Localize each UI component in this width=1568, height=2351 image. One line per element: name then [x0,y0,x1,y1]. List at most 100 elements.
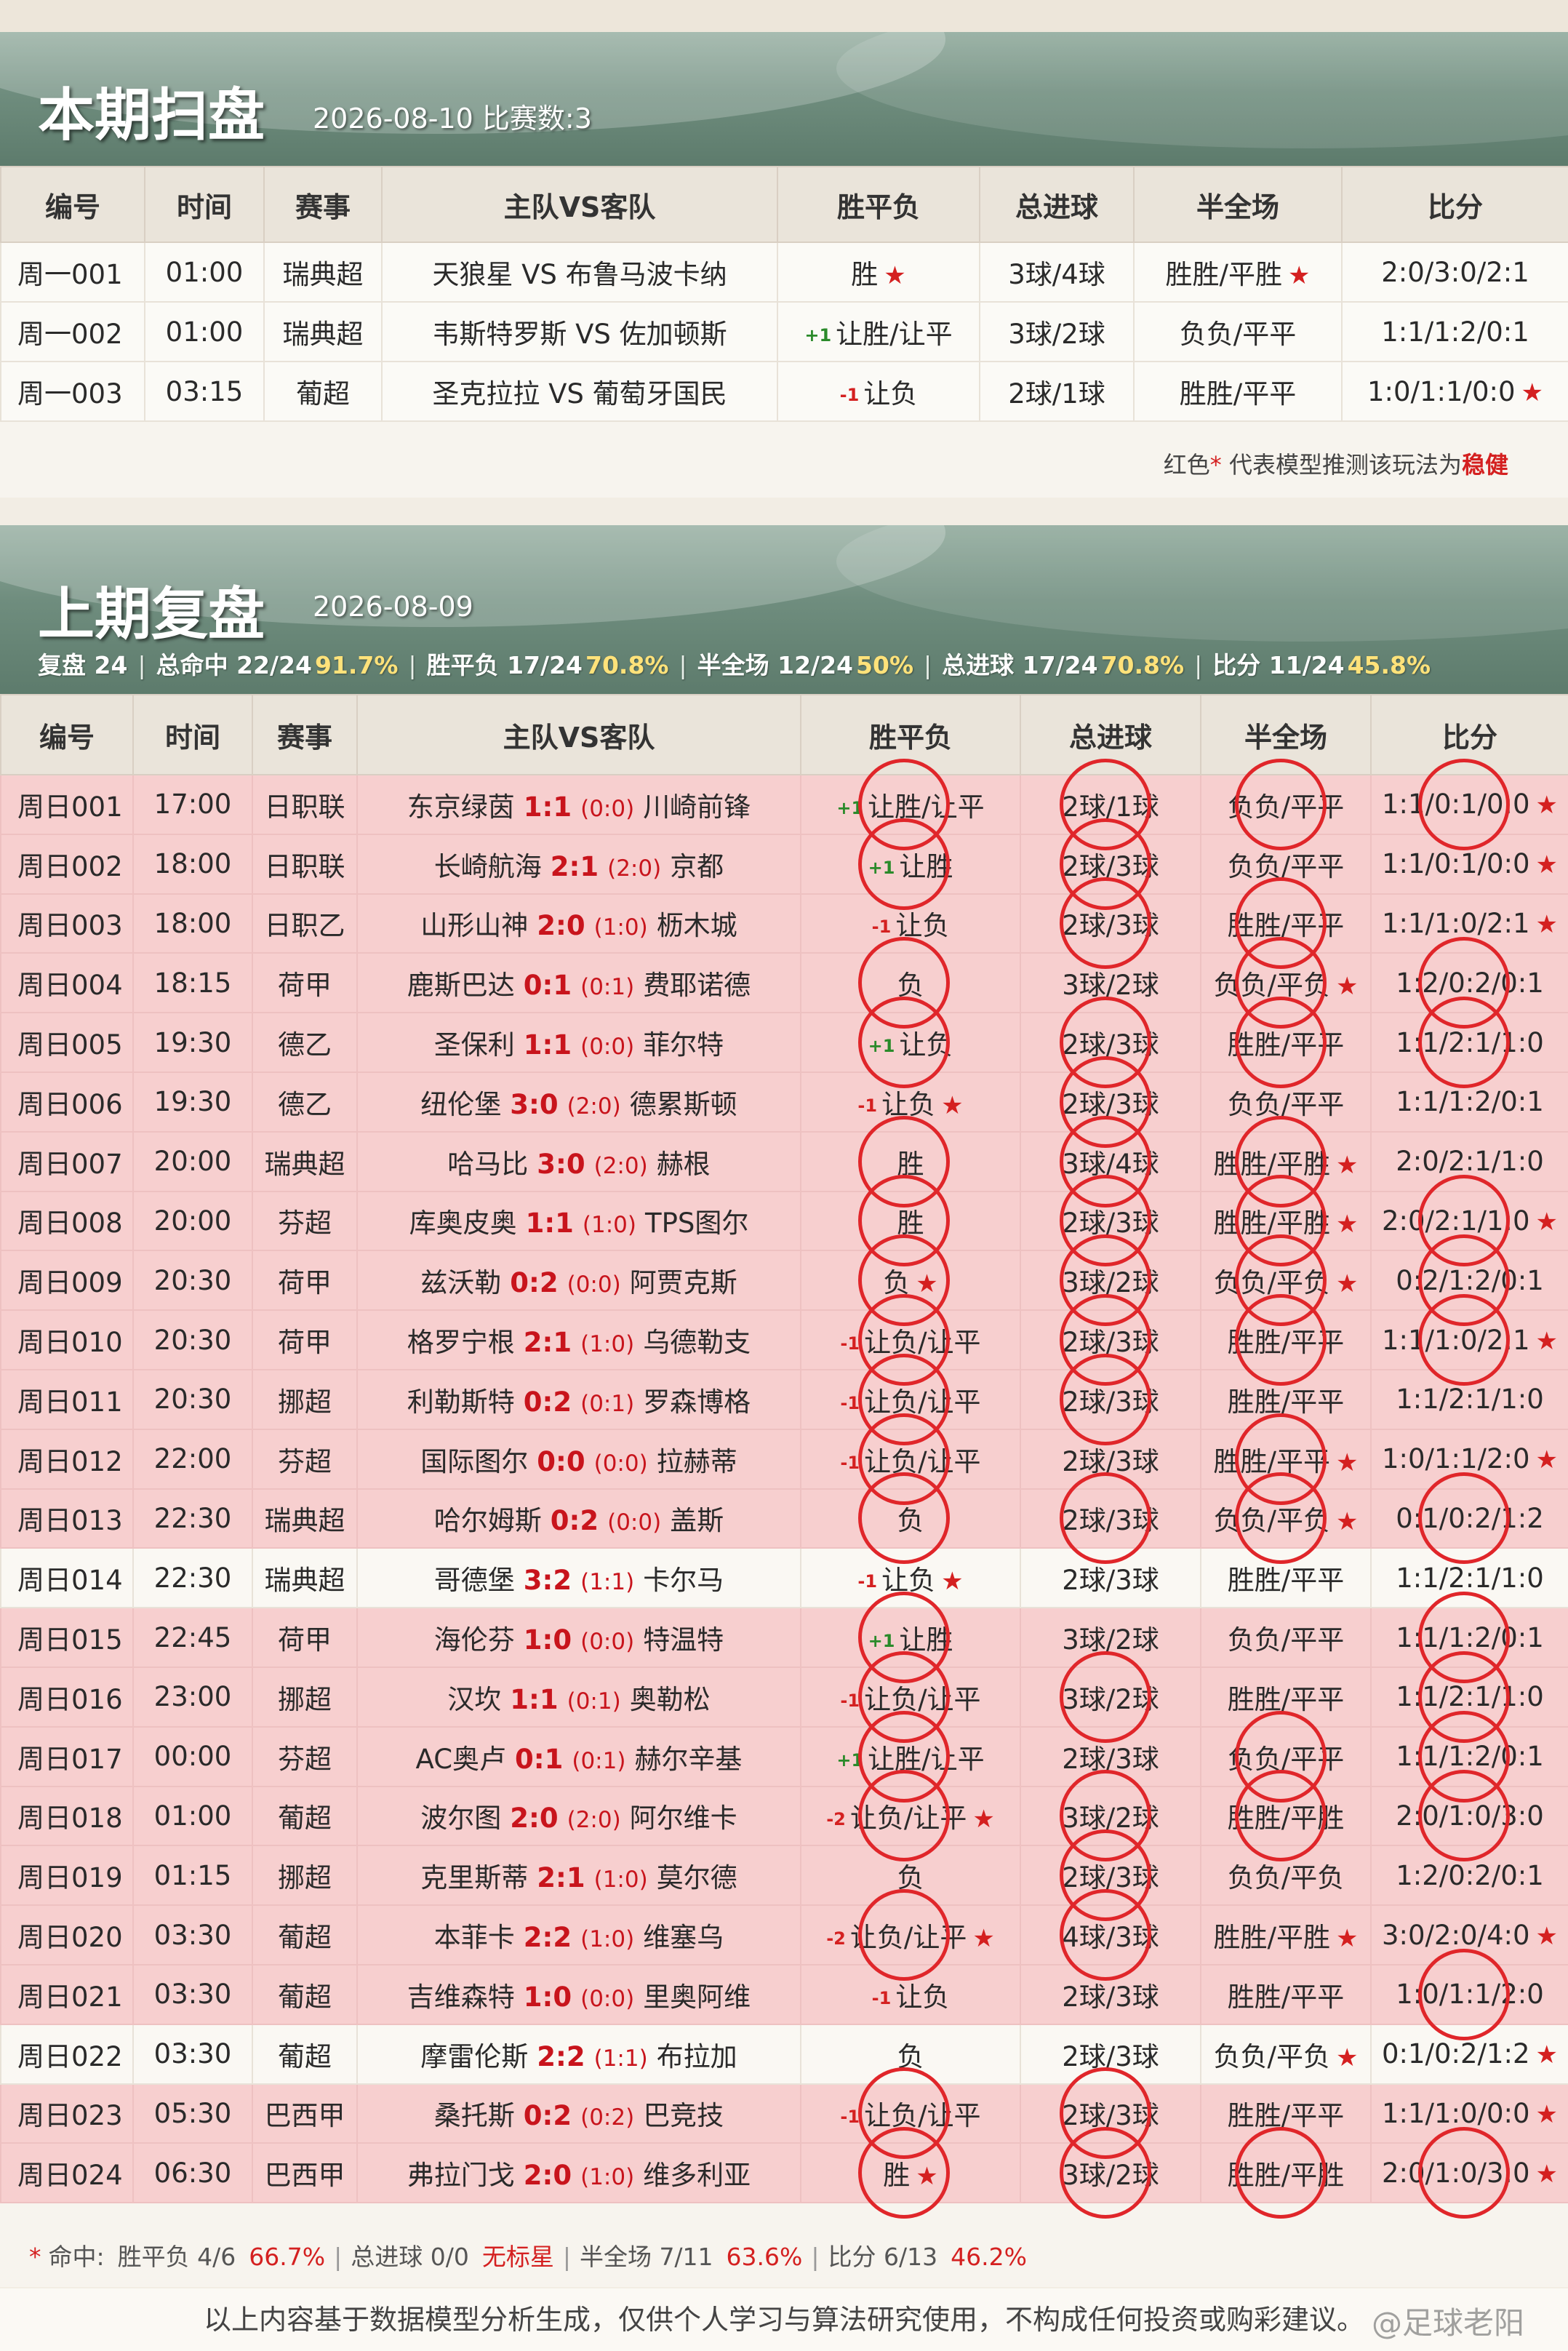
star-icon: ★ [1287,261,1311,290]
away-team: 维塞乌 [643,1922,724,1954]
match-number: 周日015 [0,1607,134,1668]
home-team: 鹿斯巴达 [407,970,515,1002]
away-team: 京都 [670,850,724,882]
cell-text: 01:00 [153,1800,232,1832]
star-icon: ★ [1335,1150,1359,1180]
spf-pick: +1 让胜/让平 [800,774,1021,835]
current-table-header: 编号 时间 赛事 主队VS客队 胜平负 总进球 半全场 比分 [0,166,1568,243]
match-number: 周一002 [0,301,145,362]
match-time: 01:00 [144,242,265,303]
league: 葡超 [252,1963,358,2025]
cell-text: 荷甲 [278,970,332,1002]
total-goals-pick: 2球/3球 [1020,2023,1201,2085]
cell-text: 2球/3球 [1062,1981,1159,2013]
spf-pick: +1 让胜 [800,1607,1021,1668]
final-score: 0:2 [523,1386,572,1418]
column-header: 比分 [1370,694,1568,775]
total-goals-pick: 3球/2球 [1020,1785,1201,1847]
match-number: 周日013 [0,1488,134,1549]
spf-pick: -1 让负/让平 [800,1666,1021,1728]
match-time: 06:30 [132,2142,253,2204]
handicap-badge: -1 [840,1333,860,1354]
total-goals-pick: 3球/2球 [1020,1666,1201,1728]
final-score: 1:0 [523,1981,572,2013]
away-team: 莫尔德 [656,1862,737,1894]
half-full-pick: 胜胜/平平 [1200,1309,1372,1370]
previous-table-header: 编号 时间 赛事 主队VS客队 胜平负 总进球 半全场 比分 [0,694,1568,775]
cell-text: 3球/4球 [1008,259,1105,290]
match-time: 23:00 [132,1666,253,1728]
away-team: 布拉加 [656,2040,737,2072]
match-number: 周日009 [0,1250,134,1312]
cell-text: 06:30 [153,2157,232,2189]
match-number: 周日002 [0,833,134,895]
total-goals-pick: 3球/2球 [1020,1250,1201,1312]
hit-rate-stats: 复盘 24 | 总命中 22/24 91.7% | 胜平负 17/24 70.8% | 半全场 … [38,646,1431,681]
cell-text: 日职乙 [264,910,345,942]
stats-separator: | [137,651,146,679]
match-time: 20:00 [132,1190,253,1252]
spf-pick: -2 让负/让平 ★ [800,1785,1021,1847]
teams: 纽伦堡 3:0 (2:0) 德累斯顿 [356,1071,801,1133]
total-goals-pick: 2球/3球 [1020,1963,1201,2025]
half-score: (0:0) [580,1034,635,1061]
star-summary: * 命中: 胜平负 4/6 66.7% | 总进球 0/0 无标星 | 半全场 7/11 63.6… [29,2238,1027,2272]
star-icon: ★ [1335,1448,1359,1477]
previous-subtitle: 2026-08-09 [313,591,473,623]
cell-text: 20:30 [153,1324,232,1356]
half-score: (1:1) [580,1569,635,1596]
cell-text: 周日020 [17,1922,123,1954]
half-full-pick: 负负/平负 ★ [1200,1250,1372,1312]
cell-text: 周日019 [17,1862,123,1894]
spf-pick: 胜 ★ [777,242,980,303]
home-team: 波尔图 [420,1803,502,1835]
away-team: 赫尔辛基 [634,1743,743,1775]
cell-text: 让负 [881,1565,936,1597]
league: 荷甲 [252,1607,358,1668]
cell-text: 周日006 [17,1088,123,1120]
match-time: 03:30 [132,1963,253,2025]
half-full-pick: 负负/平平 [1133,301,1343,362]
table-row: 周日019 01:15 挪超 克里斯蒂 2:1 (1:0) 莫尔德 负 2球/3球 负负/平负 1:… [0,1845,1568,1907]
score-pick: 1:1/1:2/0:1 [1370,1725,1568,1787]
final-score: 2:0 [510,1803,559,1835]
home-team: 弗拉门戈 [407,2160,515,2192]
match-time: 03:30 [132,1904,253,1965]
half-score: (1:0) [593,1867,648,1893]
cell-text: 周日001 [17,791,123,823]
cell-text: 05:30 [153,2097,232,2129]
cell-text: 让负/让平 [864,1445,981,1477]
cell-text: 2球/3球 [1062,1208,1159,1240]
cell-text: 18:00 [153,907,232,939]
cell-text: 胜胜/平胜 [1227,2160,1345,2192]
cell-text: 负 [883,1267,911,1299]
column-header: 主队VS客队 [356,694,801,775]
watermark: @足球老阳 [1371,2305,1524,2341]
cell-text: 2球/3球 [1062,1862,1159,1894]
spf-pick: 负 [800,952,1021,1014]
teams: 长崎航海 2:1 (2:0) 京都 [356,833,801,895]
cell-text: 葡超 [278,1803,332,1835]
match-number: 周日014 [0,1547,134,1609]
half-score: (1:0) [580,2164,635,2191]
previous-table: 编号 时间 赛事 主队VS客队 胜平负 总进球 半全场 比分 周日001 17:00 日职联 东京绿… [0,694,1568,2204]
total-goals-pick: 3球/2球 [979,301,1135,362]
match-time: 00:00 [132,1725,253,1787]
cell-text: 01:00 [165,316,244,348]
teams: 弗拉门戈 2:0 (1:0) 维多利亚 [356,2142,801,2204]
cell-text: 周日016 [17,1683,123,1715]
home-team: 圣保利 [433,1029,515,1061]
spf-pick: 负 [800,1845,1021,1907]
cell-text: 巴西甲 [264,2160,345,2192]
teams: 兹沃勒 0:2 (0:0) 阿贾克斯 [356,1250,801,1312]
cell-text: 瑞典超 [282,319,364,350]
cell-text: 周日004 [17,970,123,1002]
score-pick: 1:1/2:1/1:0 [1370,1012,1568,1073]
table-row: 周日004 18:15 荷甲 鹿斯巴达 0:1 (0:1) 费耶诺德 负 3球/2球 负负/平负 ★… [0,952,1568,1014]
teams: 海伦芬 1:0 (0:0) 特温特 [356,1607,801,1668]
cell-text: 1:1/2:1/1:0 [1396,1681,1544,1713]
half-full-pick: 胜胜/平平 [1133,361,1343,422]
summary-value: 0/0 [430,2243,469,2271]
total-goals-pick: 2球/3球 [1020,1071,1201,1133]
cell-text: 周一001 [17,259,123,290]
